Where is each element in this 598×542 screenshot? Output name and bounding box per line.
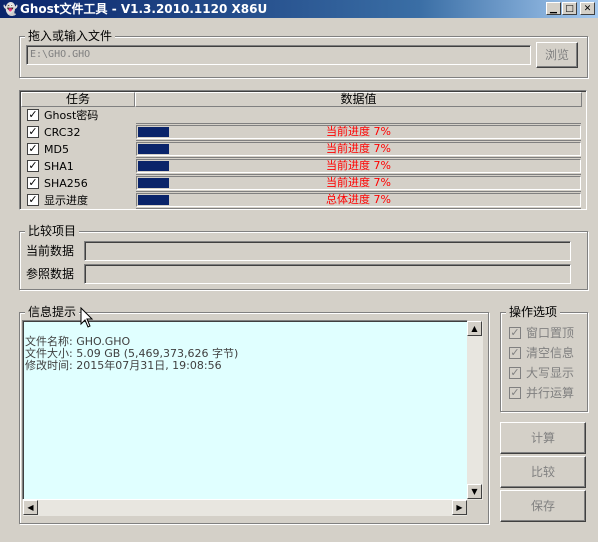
- task-label: CRC32: [44, 126, 81, 139]
- maximize-icon: □: [565, 4, 574, 14]
- check-icon: ✓: [28, 142, 38, 155]
- compare-group-title: 比较项目: [25, 224, 80, 238]
- close-button[interactable]: ✕: [580, 2, 595, 15]
- task-label: SHA256: [44, 177, 88, 190]
- current-data-label: 当前数据: [26, 244, 75, 258]
- task-row: ✓ Ghost密码: [21, 107, 581, 124]
- task-checkbox[interactable]: ✓: [27, 109, 39, 121]
- task-label: Ghost密码: [44, 109, 99, 122]
- check-icon: ✓: [510, 346, 520, 359]
- check-icon: ✓: [28, 159, 38, 172]
- info-text: 文件名称: GHO.GHO 文件大小: 5.09 GB (5,469,373,6…: [25, 336, 238, 372]
- close-icon: ✕: [583, 4, 592, 14]
- scroll-down-button[interactable]: ▼: [467, 484, 482, 499]
- arrow-right-icon: ▶: [456, 503, 463, 512]
- option-label: 并行运算: [526, 386, 575, 400]
- mouse-cursor-icon: [80, 307, 94, 328]
- compute-button[interactable]: 计算: [500, 422, 586, 454]
- task-label: SHA1: [44, 160, 74, 173]
- check-icon: ✓: [510, 366, 520, 379]
- reference-data-field[interactable]: [84, 264, 571, 284]
- task-checkbox[interactable]: ✓: [27, 126, 39, 138]
- arrow-up-icon: ▲: [471, 324, 478, 333]
- option-checkbox[interactable]: ✓: [509, 347, 521, 359]
- task-row: ✓ CRC32 当前进度 7%: [21, 124, 581, 141]
- progress-text: 当前进度 7%: [326, 142, 391, 155]
- task-label: 显示进度: [44, 194, 88, 207]
- save-button[interactable]: 保存: [500, 490, 586, 522]
- row-divider: [136, 208, 581, 209]
- check-icon: ✓: [28, 176, 38, 189]
- info-line-modified: 修改时间: 2015年07月31日, 19:08:56: [25, 359, 222, 372]
- app-ghost-icon: 👻: [3, 2, 18, 16]
- progress-text: 总体进度 7%: [326, 193, 391, 206]
- options-group-title: 操作选项: [506, 305, 561, 319]
- progress-text: 当前进度 7%: [326, 125, 391, 138]
- arrow-down-icon: ▼: [471, 487, 478, 496]
- check-icon: ✓: [510, 326, 520, 339]
- task-row: ✓ 显示进度 总体进度 7%: [21, 192, 581, 209]
- option-label: 清空信息: [526, 346, 575, 360]
- current-data-field[interactable]: [84, 241, 571, 261]
- minimize-button[interactable]: ▁: [546, 2, 561, 15]
- browse-button[interactable]: 浏览: [536, 42, 578, 68]
- info-vertical-scrollbar[interactable]: [467, 321, 483, 500]
- value-column-header[interactable]: 数据值: [135, 92, 582, 107]
- task-column-header[interactable]: 任务: [21, 92, 135, 107]
- option-checkbox[interactable]: ✓: [509, 367, 521, 379]
- info-horizontal-scrollbar[interactable]: [23, 500, 467, 516]
- minimize-icon: ▁: [550, 4, 557, 14]
- check-icon: ✓: [510, 386, 520, 399]
- task-progress-bar: 当前进度 7%: [136, 142, 581, 156]
- info-group-title: 信息提示: [25, 305, 80, 319]
- scroll-left-button[interactable]: ◀: [23, 500, 38, 515]
- task-checkbox[interactable]: ✓: [27, 143, 39, 155]
- window-title: Ghost文件工具 - V1.3.2010.1120 X86U: [20, 2, 268, 16]
- task-checkbox[interactable]: ✓: [27, 160, 39, 172]
- check-icon: ✓: [28, 108, 38, 121]
- arrow-left-icon: ◀: [27, 503, 34, 512]
- task-checkbox[interactable]: ✓: [27, 194, 39, 206]
- option-checkbox[interactable]: ✓: [509, 327, 521, 339]
- task-progress-bar: 当前进度 7%: [136, 125, 581, 139]
- file-group-title: 拖入或输入文件: [25, 29, 116, 43]
- compare-button[interactable]: 比较: [500, 456, 586, 488]
- task-row: ✓ SHA256 当前进度 7%: [21, 175, 581, 192]
- check-icon: ✓: [28, 125, 38, 138]
- task-label: MD5: [44, 143, 69, 156]
- task-row: ✓ MD5 当前进度 7%: [21, 141, 581, 158]
- reference-data-label: 参照数据: [26, 267, 75, 281]
- task-progress-bar: 总体进度 7%: [136, 193, 581, 207]
- check-icon: ✓: [28, 193, 38, 206]
- progress-text: 当前进度 7%: [326, 159, 391, 172]
- task-row: ✓ SHA1 当前进度 7%: [21, 158, 581, 175]
- maximize-button[interactable]: □: [562, 2, 577, 15]
- task-progress-bar: 当前进度 7%: [136, 176, 581, 190]
- scroll-right-button[interactable]: ▶: [452, 500, 467, 515]
- task-progress-bar: 当前进度 7%: [136, 159, 581, 173]
- progress-text: 当前进度 7%: [326, 176, 391, 189]
- option-checkbox[interactable]: ✓: [509, 387, 521, 399]
- file-path-field[interactable]: E:\GHO.GHO: [26, 45, 531, 65]
- scroll-up-button[interactable]: ▲: [467, 321, 482, 336]
- option-label: 大写显示: [526, 366, 575, 380]
- task-checkbox[interactable]: ✓: [27, 177, 39, 189]
- option-label: 窗口置顶: [526, 326, 575, 340]
- scrollbar-corner: [467, 500, 483, 516]
